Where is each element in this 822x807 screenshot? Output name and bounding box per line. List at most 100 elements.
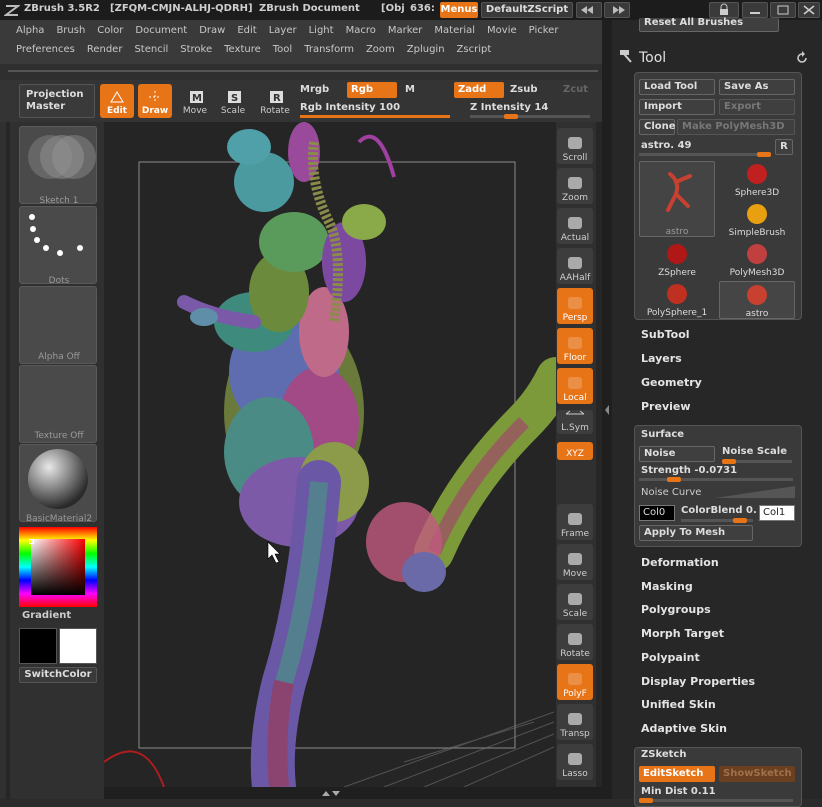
noise-button[interactable]: Noise (639, 446, 715, 462)
tool-sphere3d[interactable]: Sphere3D (719, 161, 795, 199)
stroke-thumbnail[interactable]: Dots (19, 206, 97, 286)
tool-slider[interactable] (639, 152, 771, 157)
col1-swatch[interactable]: Col1 (759, 505, 795, 521)
menu-macro[interactable]: Macro (340, 23, 382, 39)
menu-render[interactable]: Render (81, 42, 129, 58)
alpha-thumbnail[interactable]: Alpha Off (19, 286, 97, 364)
section-preview[interactable]: Preview (641, 400, 691, 413)
menu-color[interactable]: Color (91, 23, 129, 39)
tool-simplebrush[interactable]: SimpleBrush (719, 201, 795, 239)
move-button[interactable]: M Move (178, 84, 212, 118)
show-sketch-button[interactable]: ShowSketch (719, 766, 795, 782)
section-display-properties[interactable]: Display Properties (641, 675, 755, 688)
zcut-toggle[interactable]: Zcut (563, 84, 588, 95)
min-dist-slider[interactable] (639, 798, 793, 803)
save-as-button[interactable]: Save As (719, 79, 795, 95)
scale-button[interactable]: S Scale (216, 84, 250, 118)
tool-zsphere[interactable]: ZSphere (639, 241, 715, 279)
current-tool-thumbnail[interactable]: astro (639, 161, 715, 237)
texture-thumbnail[interactable]: Texture Off (19, 365, 97, 443)
draw-button[interactable]: Draw (138, 84, 172, 118)
arrows-left-icon[interactable] (576, 2, 602, 18)
zoom-button[interactable]: Zoom (557, 168, 593, 204)
noise-curve-graph[interactable] (715, 484, 795, 498)
zsketch-title[interactable]: ZSketch (641, 749, 686, 760)
switch-color-button[interactable]: SwitchColor (19, 667, 97, 683)
arrows-updown-icon[interactable] (318, 788, 342, 798)
clone-button[interactable]: Clone (639, 119, 676, 135)
rotate-button[interactable]: R Rotate (258, 84, 292, 118)
menu-texture[interactable]: Texture (218, 42, 267, 58)
section-polygroups[interactable]: Polygroups (641, 603, 711, 616)
mrgb-toggle[interactable]: Mrgb (300, 84, 329, 95)
primary-color-swatch[interactable] (19, 628, 57, 664)
export-button[interactable]: Export (719, 99, 795, 115)
section-geometry[interactable]: Geometry (641, 376, 702, 389)
xyz-button[interactable]: XYZ (557, 442, 593, 460)
menu-zoom[interactable]: Zoom (360, 42, 401, 58)
frame-button[interactable]: Frame (557, 504, 593, 540)
menu-material[interactable]: Material (428, 23, 481, 39)
section-deformation[interactable]: Deformation (641, 556, 719, 569)
menu-marker[interactable]: Marker (382, 23, 429, 39)
section-masking[interactable]: Masking (641, 580, 693, 593)
load-tool-button[interactable]: Load Tool (639, 79, 715, 95)
actual-button[interactable]: Actual (557, 208, 593, 244)
scroll-button[interactable]: Scroll (557, 128, 593, 164)
zadd-toggle[interactable]: Zadd (454, 82, 504, 98)
projection-master-button[interactable]: Projection Master (19, 84, 95, 118)
menu-picker[interactable]: Picker (523, 23, 565, 39)
color-picker[interactable] (19, 527, 97, 607)
tool-polymesh3d[interactable]: PolyMesh3D (719, 241, 795, 279)
edit-sketch-button[interactable]: EditSketch (639, 766, 715, 782)
edit-button[interactable]: Edit (100, 84, 134, 118)
arrows-right-icon[interactable] (604, 2, 630, 18)
menu-stroke[interactable]: Stroke (174, 42, 218, 58)
import-button[interactable]: Import (639, 99, 715, 115)
secondary-color-swatch[interactable] (59, 628, 97, 664)
colorblend-slider[interactable] (681, 518, 753, 523)
strength-slider[interactable] (639, 477, 793, 482)
section-unified-skin[interactable]: Unified Skin (641, 698, 716, 711)
menu-movie[interactable]: Movie (481, 23, 523, 39)
r-button[interactable]: R (775, 139, 793, 155)
zsub-toggle[interactable]: Zsub (510, 84, 537, 95)
surface-title[interactable]: Surface (641, 429, 684, 440)
col0-swatch[interactable]: Col0 (639, 505, 675, 521)
menu-brush[interactable]: Brush (50, 23, 91, 39)
collapse-arrow-icon[interactable] (603, 400, 611, 430)
section-subtool[interactable]: SubTool (641, 328, 690, 341)
menu-light[interactable]: Light (303, 23, 340, 39)
noise-scale-slider[interactable] (722, 459, 792, 464)
transp-button[interactable]: Transp (557, 704, 593, 740)
menus-button[interactable]: Menus (440, 2, 478, 18)
menu-draw[interactable]: Draw (193, 23, 231, 39)
menu-zplugin[interactable]: Zplugin (401, 42, 451, 58)
rgb-intensity-slider[interactable] (300, 115, 450, 118)
tool-astro[interactable]: astro (719, 281, 795, 319)
z-intensity-knob[interactable] (504, 114, 518, 119)
brush-thumbnail[interactable]: Sketch 1 (19, 126, 97, 206)
aahalf-button[interactable]: AAHalf (557, 248, 593, 284)
noise-scale-label[interactable]: Noise Scale (722, 446, 787, 457)
floor-button[interactable]: Floor (557, 328, 593, 364)
apply-to-mesh-button[interactable]: Apply To Mesh (639, 525, 753, 541)
make-polymesh3d-button[interactable]: Make PolyMesh3D (677, 119, 795, 135)
menu-zscript[interactable]: Zscript (451, 42, 498, 58)
refresh-icon[interactable] (794, 50, 810, 66)
section-layers[interactable]: Layers (641, 352, 682, 365)
color-cursor[interactable] (29, 539, 34, 544)
menu-document[interactable]: Document (129, 23, 193, 39)
reset-all-brushes-button[interactable]: Reset All Brushes (639, 18, 779, 32)
section-polypaint[interactable]: Polypaint (641, 651, 700, 664)
menu-layer[interactable]: Layer (263, 23, 303, 39)
rotate-button[interactable]: Rotate (557, 624, 593, 660)
z-intensity-slider[interactable] (470, 114, 590, 119)
noise-curve-label[interactable]: Noise Curve (641, 487, 701, 498)
scale-button[interactable]: Scale (557, 584, 593, 620)
lasso-button[interactable]: Lasso (557, 744, 593, 780)
move-button[interactable]: Move (557, 544, 593, 580)
section-morph-target[interactable]: Morph Target (641, 627, 724, 640)
l-sym-button[interactable]: L.Sym (557, 410, 593, 434)
polyf-button[interactable]: PolyF (557, 664, 593, 700)
